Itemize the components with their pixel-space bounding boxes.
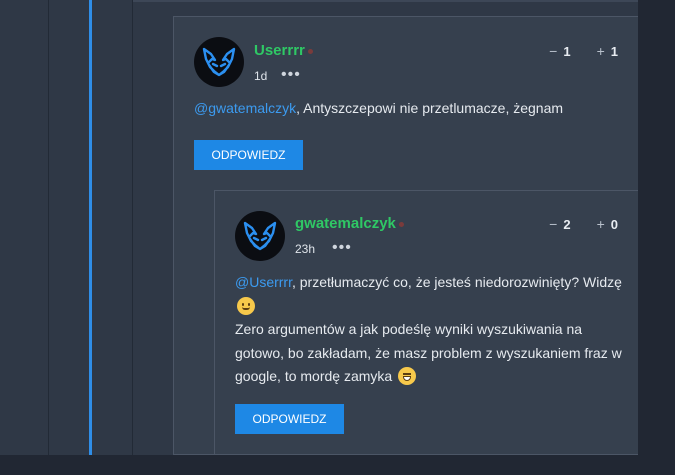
parent-comment-bottom-edge xyxy=(133,0,638,2)
reply-button[interactable]: ODPOWIEDZ xyxy=(235,404,344,434)
username[interactable]: gwatemalczyk xyxy=(295,215,404,232)
grinning-squinting-face-icon xyxy=(398,367,417,385)
reply-button[interactable]: ODPOWIEDZ xyxy=(194,140,303,170)
downvote-button[interactable]: − xyxy=(549,43,557,59)
more-options-button[interactable]: ••• xyxy=(281,67,301,83)
comment-text: @gwatemalczyk, Antyszczepowi nie przetlu… xyxy=(194,100,564,116)
wolf-logo-icon xyxy=(202,47,236,77)
timestamp[interactable]: 1d xyxy=(254,69,267,83)
thread-line xyxy=(132,0,133,455)
downvote-count: 1 xyxy=(563,43,571,59)
vote-controls: − 1 + 1 xyxy=(549,43,618,59)
thread-line-active[interactable] xyxy=(89,0,92,455)
status-dot xyxy=(398,221,404,227)
avatar[interactable] xyxy=(235,211,285,261)
user-mention[interactable]: @gwatemalczyk xyxy=(194,100,296,116)
user-mention[interactable]: @Userrrr xyxy=(235,274,292,290)
slightly-smiling-face-icon xyxy=(237,296,255,315)
more-options-button[interactable]: ••• xyxy=(332,240,352,256)
downvote-button[interactable]: − xyxy=(549,216,557,232)
status-dot xyxy=(307,48,313,54)
comment-text: @Userrrr, przetłumaczyć co, że jesteś ni… xyxy=(235,274,622,385)
comment-gwatemalczyk: gwatemalczyk 23h ••• − 2 + 0 @Userrrr, p… xyxy=(214,190,638,455)
username[interactable]: Userrrr xyxy=(254,42,313,59)
upvote-button[interactable]: + xyxy=(597,43,605,59)
upvote-count: 0 xyxy=(610,216,618,232)
downvote-count: 2 xyxy=(563,216,571,232)
wolf-logo-icon xyxy=(243,221,277,251)
upvote-button[interactable]: + xyxy=(597,216,605,232)
vote-controls: − 2 + 0 xyxy=(549,216,618,232)
upvote-count: 1 xyxy=(610,43,618,59)
timestamp[interactable]: 23h xyxy=(295,242,315,256)
thread-line xyxy=(48,0,49,455)
avatar[interactable] xyxy=(194,37,244,87)
